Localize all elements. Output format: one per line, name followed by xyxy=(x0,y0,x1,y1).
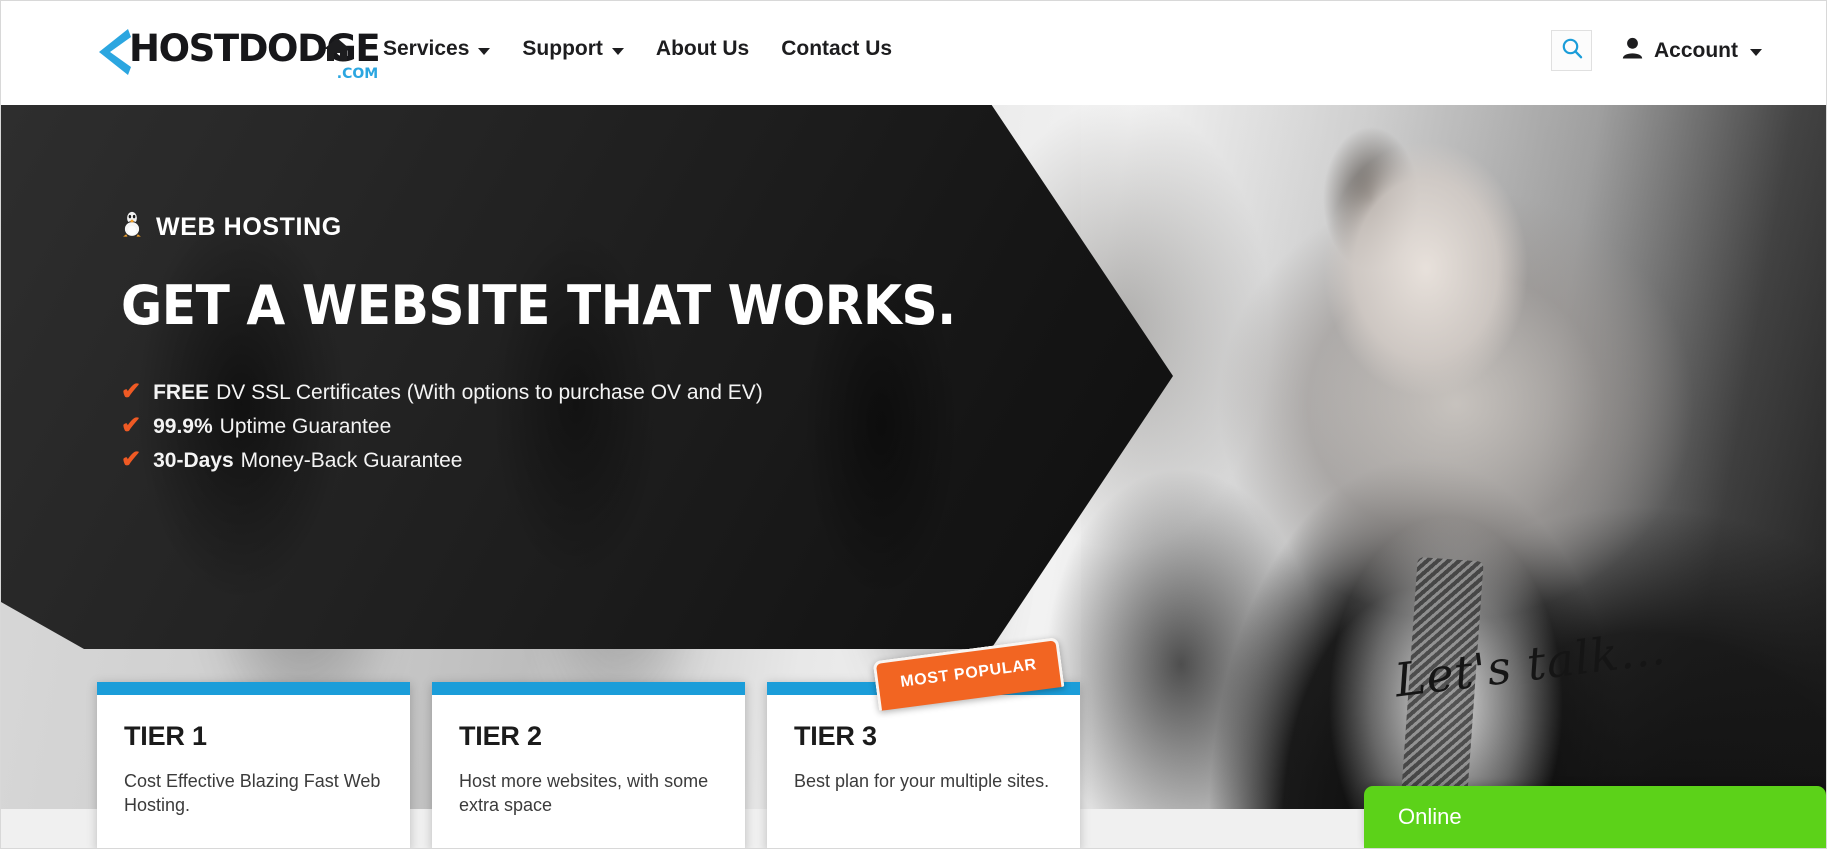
card-accent-bar xyxy=(97,682,410,695)
card-body: TIER 1 Cost Effective Blazing Fast Web H… xyxy=(97,695,410,818)
account-menu[interactable]: Account xyxy=(1622,37,1762,64)
pricing-card-tier-1[interactable]: TIER 1 Cost Effective Blazing Fast Web H… xyxy=(97,682,410,848)
card-title: TIER 1 xyxy=(124,721,207,751)
pricing-card-tier-2[interactable]: TIER 2 Host more websites, with some ext… xyxy=(432,682,745,848)
hero-feature-text: Uptime Guarantee xyxy=(219,414,392,438)
hero-feature-strong: 99.9% xyxy=(153,414,213,438)
hero-feature-strong: FREE xyxy=(153,381,210,404)
chevron-down-icon xyxy=(1750,49,1762,56)
logo-chevron-icon xyxy=(97,27,131,77)
hero-feature-item: ✔ 30-Days Money-Back Guarantee xyxy=(121,447,951,475)
hero-feature-list: ✔ FREE DV SSL Certificates (With options… xyxy=(121,379,951,475)
nav-item-contact-us-label: Contact Us xyxy=(781,37,893,60)
check-icon: ✔ xyxy=(121,411,142,439)
nav-item-home[interactable] xyxy=(323,31,367,67)
chevron-down-icon xyxy=(478,47,491,55)
pricing-cards: TIER 1 Cost Effective Blazing Fast Web H… xyxy=(97,636,1080,848)
search-icon xyxy=(1561,37,1583,64)
page-root: HOSTDODGE .COM Services Support About Us… xyxy=(0,0,1827,849)
card-description: Host more websites, with some extra spac… xyxy=(459,771,709,816)
logo-suffix-text: .COM xyxy=(336,66,379,83)
site-header: HOSTDODGE .COM Services Support About Us… xyxy=(1,1,1826,105)
card-title: TIER 2 xyxy=(459,721,542,751)
check-icon: ✔ xyxy=(121,378,142,405)
hero-content: WEB HOSTING GET A WEBSITE THAT WORKS. ✔ … xyxy=(1,104,956,481)
hero-feature-text: DV SSL Certificates (With options to pur… xyxy=(216,381,763,404)
hero-title: GET A WEBSITE THAT WORKS. xyxy=(121,274,956,337)
pricing-card-tier-3[interactable]: MOST POPULAR TIER 3 Best plan for your m… xyxy=(767,636,1080,848)
hero-feature-item: ✔ FREE DV SSL Certificates (With options… xyxy=(121,379,951,407)
linux-tux-icon xyxy=(121,210,143,244)
chat-status-label: Online xyxy=(1398,804,1462,829)
card-description: Best plan for your multiple sites. xyxy=(794,771,1050,791)
hero-feature-text: Money-Back Guarantee xyxy=(240,448,463,472)
card-body: TIER 2 Host more websites, with some ext… xyxy=(432,695,745,818)
hero-feature-strong: 30-Days xyxy=(153,448,234,472)
main-nav: Services Support About Us Contact Us xyxy=(323,31,908,67)
nav-item-services-label: Services xyxy=(383,37,470,60)
account-label: Account xyxy=(1654,38,1738,62)
nav-item-support-label: Support xyxy=(522,37,603,60)
chevron-down-icon xyxy=(611,47,624,55)
hero-eyebrow: WEB HOSTING xyxy=(121,210,951,244)
nav-item-about-us-label: About Us xyxy=(655,37,750,60)
card-accent-bar xyxy=(432,682,745,695)
card-body: TIER 3 Best plan for your multiple sites… xyxy=(767,695,1080,793)
home-icon xyxy=(323,37,351,62)
card-description: Cost Effective Blazing Fast Web Hosting. xyxy=(124,771,381,816)
card-title: TIER 3 xyxy=(794,721,877,751)
check-icon: ✔ xyxy=(121,445,142,473)
nav-item-about-us[interactable]: About Us xyxy=(640,31,765,67)
user-icon xyxy=(1622,37,1643,64)
hero-eyebrow-label: WEB HOSTING xyxy=(156,212,342,241)
live-chat-widget[interactable]: Online xyxy=(1364,786,1826,848)
search-button[interactable] xyxy=(1551,30,1592,71)
nav-item-services[interactable]: Services xyxy=(367,31,506,67)
hero-feature-item: ✔ 99.9% Uptime Guarantee xyxy=(121,413,951,441)
nav-item-contact-us[interactable]: Contact Us xyxy=(765,31,908,67)
nav-item-support[interactable]: Support xyxy=(506,31,639,67)
header-actions: Account xyxy=(1551,30,1762,71)
